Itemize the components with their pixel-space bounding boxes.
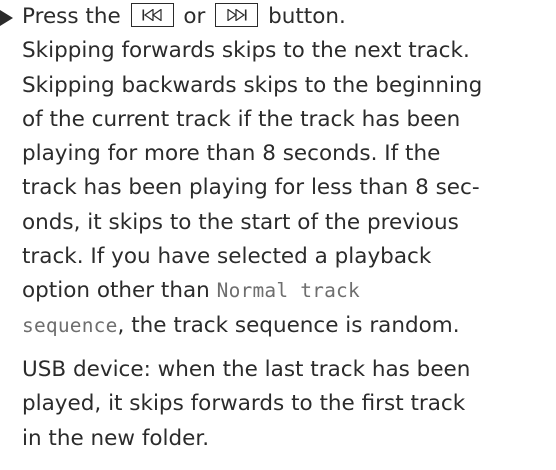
paragraph1-line: track has been playing for less than 8 s… (22, 175, 480, 201)
step-content: Press the or button. Skipping forwards s… (22, 0, 552, 456)
paragraph1-line: option other than Normal track (22, 274, 552, 308)
press-prefix: Press the (22, 4, 121, 29)
option-name-continued: sequence (22, 313, 118, 337)
paragraph1-line: sequence, the track sequence is random. (22, 309, 552, 343)
paragraph2-line: played, it skips forwards to the first t… (22, 391, 466, 417)
press-suffix: button. (268, 4, 346, 29)
skip-backward-button (130, 3, 174, 27)
option-name: Normal track (216, 279, 360, 303)
or-word: or (183, 4, 206, 29)
paragraph1-line: track. If you have selected a playback (22, 244, 432, 270)
bullet-arrow-icon (0, 1, 14, 35)
paragraph1-line: Skipping backwards skips to the beginnin… (22, 72, 483, 98)
paragraph2-line: USB device: when the last track has been (22, 356, 471, 382)
paragraph1-line: onds, it skips to the start of the previ… (22, 209, 459, 235)
press-line: Press the or button. (22, 0, 552, 34)
paragraph1-line: Skipping forwards skips to the next trac… (22, 38, 470, 64)
option-suffix: , the track sequence is random. (117, 312, 460, 338)
option-prefix: option other than (22, 278, 210, 304)
skip-forward-button (215, 3, 259, 27)
manual-page: Press the or button. Skipping forwards s… (0, 0, 556, 470)
skip-forward-icon (227, 9, 247, 21)
paragraph1-line: of the current track if the track has be… (22, 106, 461, 132)
skip-backward-icon (142, 9, 162, 21)
paragraph2-line: in the new folder. (22, 425, 210, 451)
paragraph1-line: playing for more than 8 seconds. If the (22, 141, 441, 167)
